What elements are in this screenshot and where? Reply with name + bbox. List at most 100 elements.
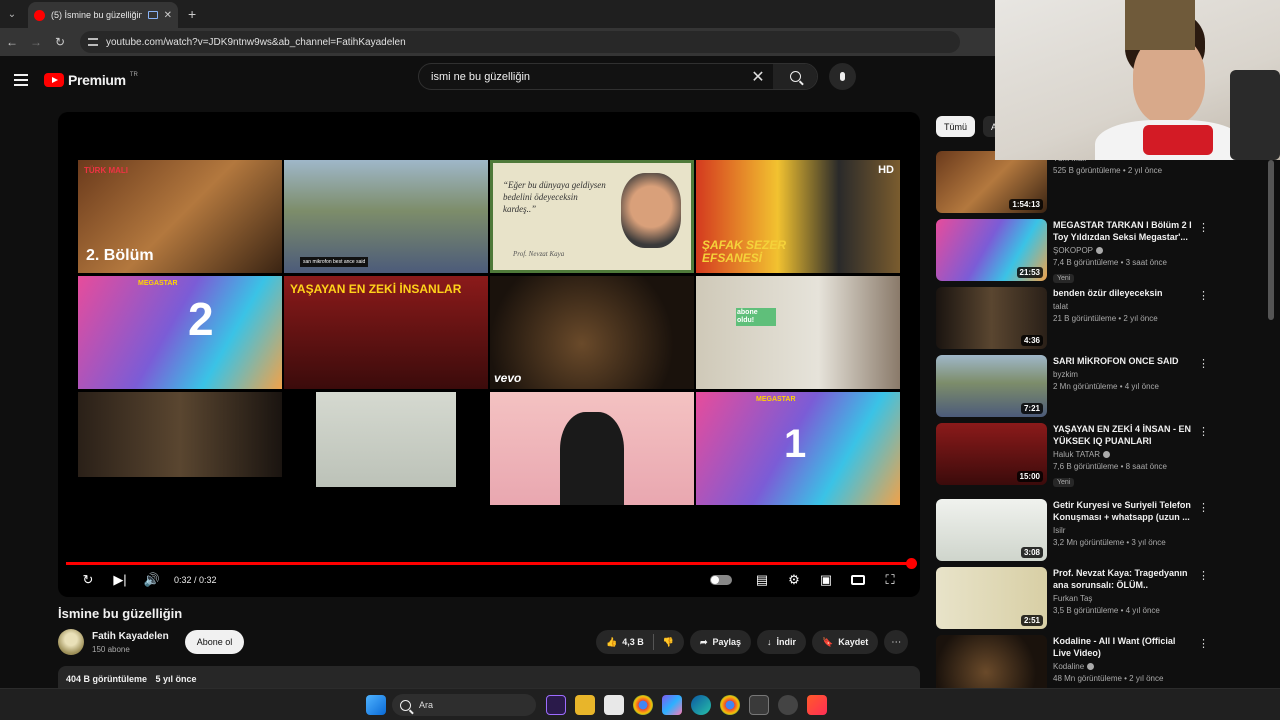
save-button[interactable]: 🔖 Kaydet <box>812 630 879 654</box>
forward-icon[interactable]: → <box>24 35 48 49</box>
search-box: ismi ne bu güzelliğin ✕ <box>418 63 818 90</box>
reload-icon[interactable]: ↻ <box>48 35 72 49</box>
related-video-item[interactable]: 4:36 benden özür dileyeceksin talat 21 B gö… <box>936 287 1266 349</box>
endscreen-thumb[interactable]: TÜRK MALI 2. Bölüm <box>78 160 282 273</box>
related-video-thumbnail[interactable]: 21:53 <box>936 219 1047 281</box>
dislike-icon[interactable]: 👎 <box>663 637 674 648</box>
progress-bar[interactable] <box>66 558 917 569</box>
related-video-thumbnail[interactable]: 2:51 <box>936 567 1047 629</box>
more-options-icon[interactable]: ⋮ <box>1198 501 1209 514</box>
related-video-item[interactable]: 7:21 SARI MİKROFON ONCE SAID byzkim 2 Mn gö… <box>936 355 1266 417</box>
related-video-item[interactable]: 3:08 Getir Kuryesi ve Suriyeli Telefon Ko… <box>936 499 1266 561</box>
related-video-thumbnail[interactable]: 7:21 <box>936 355 1047 417</box>
next-video-icon[interactable]: ▶| <box>104 572 136 588</box>
related-video-title[interactable]: benden özür dileyeceksin <box>1053 287 1193 299</box>
endscreen-thumb[interactable]: YAŞAYAN EN ZEKİ İNSANLAR <box>284 276 488 389</box>
related-video-title[interactable]: MEGASTAR TARKAN I Bölüm 2 I Toy Yıldızda… <box>1053 219 1193 243</box>
endscreen-thumb[interactable]: vevo <box>490 276 694 389</box>
chrome-icon[interactable] <box>633 695 653 715</box>
back-icon[interactable]: ← <box>0 35 24 49</box>
channel-avatar[interactable] <box>58 629 84 655</box>
related-video-title[interactable]: Prof. Nevzat Kaya: Tragedyanın ana sorun… <box>1053 567 1193 591</box>
close-tab-icon[interactable]: ✕ <box>164 10 172 21</box>
related-video-item[interactable]: 15:00 YAŞAYAN EN ZEKİ 4 İNSAN - EN YÜKSEK… <box>936 423 1266 487</box>
settings-gear-icon[interactable]: ⚙ <box>778 572 810 588</box>
chip-all[interactable]: Tümü <box>936 116 976 137</box>
more-options-icon[interactable]: ⋮ <box>1198 221 1209 234</box>
chrome-profile-icon[interactable] <box>720 695 740 715</box>
endscreen-thumb[interactable]: HD ŞAFAK SEZER EFSANESİ <box>696 160 900 273</box>
scrollbar[interactable] <box>1268 160 1274 320</box>
subscribe-button[interactable]: Abone ol <box>184 630 245 654</box>
obs-icon[interactable] <box>778 695 798 715</box>
theater-mode-icon[interactable] <box>842 575 874 585</box>
premiere-pro-icon[interactable] <box>546 695 566 715</box>
autoplay-toggle[interactable] <box>710 575 732 585</box>
related-video-channel[interactable]: byzkim <box>1053 370 1193 379</box>
more-options-icon[interactable]: ⋮ <box>1198 637 1209 650</box>
related-video-channel[interactable]: Kodaline <box>1053 662 1193 671</box>
related-video-title[interactable]: YAŞAYAN EN ZEKİ 4 İNSAN - EN YÜKSEK IQ P… <box>1053 423 1193 447</box>
url-field[interactable]: youtube.com/watch?v=JDK9ntnw9ws&ab_chann… <box>80 31 960 53</box>
download-button[interactable]: ↓ İndir <box>757 630 807 654</box>
more-actions-icon[interactable]: ⋯ <box>884 630 909 654</box>
share-button[interactable]: ➦ Paylaş <box>689 630 752 654</box>
like-icon[interactable]: 👍 <box>606 637 617 648</box>
video-player[interactable]: TÜRK MALI 2. Bölüm san mikrofon best anc… <box>58 112 920 597</box>
file-explorer-icon[interactable] <box>575 695 595 715</box>
voice-search-button[interactable] <box>829 63 856 90</box>
endscreen-thumb[interactable] <box>490 392 694 505</box>
related-video-title[interactable]: SARI MİKROFON ONCE SAID <box>1053 355 1193 367</box>
more-options-icon[interactable]: ⋮ <box>1198 569 1209 582</box>
active-app-icon[interactable] <box>749 695 769 715</box>
edge-icon[interactable] <box>691 695 711 715</box>
endscreen-thumb[interactable] <box>78 392 282 477</box>
endscreen-thumb[interactable]: MEGASTAR 1 <box>696 392 900 505</box>
like-count[interactable]: 4,3 B <box>622 637 644 647</box>
snipping-tool-icon[interactable] <box>604 695 624 715</box>
new-tab-button[interactable]: + <box>188 6 196 22</box>
site-info-icon[interactable] <box>88 38 98 46</box>
related-video-title[interactable]: Kodaline - All I Want (Official Live Vid… <box>1053 635 1193 659</box>
taskbar-search[interactable]: Ara <box>392 694 536 716</box>
related-video-item[interactable]: 2:51 Prof. Nevzat Kaya: Tragedyanın ana s… <box>936 567 1266 629</box>
search-button[interactable] <box>773 64 817 89</box>
tab-search-icon[interactable]: ⌄ <box>2 4 22 24</box>
endscreen-thumb[interactable] <box>316 392 456 487</box>
related-video-thumbnail[interactable]: 3:08 <box>936 499 1047 561</box>
related-video-channel[interactable]: Furkan Taş <box>1053 594 1193 603</box>
related-video-thumbnail[interactable]: 1:54:13 <box>936 151 1047 213</box>
clear-search-icon[interactable]: ✕ <box>743 67 773 87</box>
endscreen-thumb[interactable]: abone oldu! <box>696 276 900 389</box>
copilot-icon[interactable] <box>662 695 682 715</box>
youtube-logo[interactable]: Premium TR <box>44 72 138 88</box>
miniplayer-icon[interactable]: ▣ <box>810 572 842 588</box>
subtitles-icon[interactable]: ▤ <box>746 572 778 588</box>
endscreen-thumb[interactable]: san mikrofon best ance said <box>284 160 488 273</box>
related-video-channel[interactable]: Isilr <box>1053 526 1193 535</box>
fullscreen-icon[interactable]: ⛶ <box>874 572 906 588</box>
more-options-icon[interactable]: ⋮ <box>1198 425 1209 438</box>
brave-icon[interactable] <box>807 695 827 715</box>
replay-icon[interactable]: ↻ <box>72 572 104 588</box>
endscreen-thumb[interactable]: MEGASTAR 2 <box>78 276 282 389</box>
menu-icon[interactable] <box>14 74 28 86</box>
related-video-channel[interactable]: ŞOKOPOP <box>1053 246 1193 255</box>
related-video-item[interactable]: 1:54:13Türk Malı525 B görüntüleme • 2 yı… <box>936 151 1266 213</box>
more-options-icon[interactable]: ⋮ <box>1198 289 1209 302</box>
related-video-thumbnail[interactable]: 15:00 <box>936 423 1047 485</box>
share-label: Paylaş <box>712 637 742 647</box>
related-video-title[interactable]: Getir Kuryesi ve Suriyeli Telefon Konuşm… <box>1053 499 1193 523</box>
related-video-thumbnail[interactable]: 4:36 <box>936 287 1047 349</box>
more-options-icon[interactable]: ⋮ <box>1198 357 1209 370</box>
endscreen-thumb[interactable]: “Eğer bu dünyaya geldiysen bedelini ödey… <box>490 160 694 273</box>
search-input[interactable]: ismi ne bu güzelliğin <box>419 71 743 83</box>
related-video-channel[interactable]: talat <box>1053 302 1193 311</box>
related-video-item[interactable]: 21:53 MEGASTAR TARKAN I Bölüm 2 I Toy Yıl… <box>936 219 1266 283</box>
related-video-channel[interactable]: Haluk TATAR <box>1053 450 1193 459</box>
browser-tab[interactable]: (5) İsmine bu güzelliğin - Yo ✕ <box>28 2 178 28</box>
windows-start-icon[interactable] <box>366 695 386 715</box>
portrait-illustration <box>560 412 624 505</box>
channel-name[interactable]: Fatih Kayadelen <box>92 631 169 642</box>
volume-icon[interactable]: 🔊 <box>136 572 168 588</box>
